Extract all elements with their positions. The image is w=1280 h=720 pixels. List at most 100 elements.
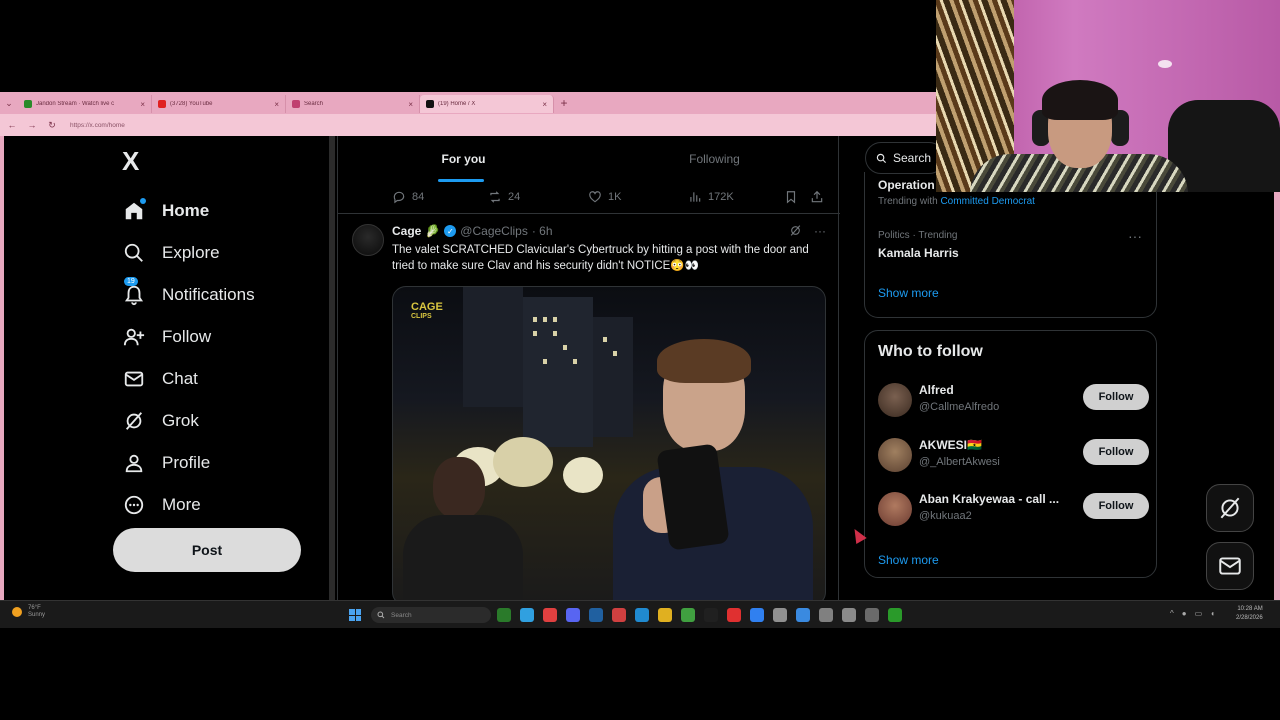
show-more-link[interactable]: Show more [878, 286, 939, 300]
author-name[interactable]: Cage [392, 224, 421, 238]
avatar[interactable] [352, 224, 384, 256]
suggestion-name[interactable]: AKWESI🇬🇭 [919, 438, 982, 452]
taskbar-app-icon[interactable] [704, 608, 718, 622]
taskbar-app-icon[interactable] [773, 608, 787, 622]
sun-icon [12, 607, 22, 617]
network-icon[interactable]: ▭ [1195, 609, 1203, 618]
weather-widget[interactable]: 76°F Sunny [12, 605, 45, 619]
browser-tab-active[interactable]: (19) Home / X × [420, 95, 554, 113]
taskbar-app-icon[interactable] [819, 608, 833, 622]
sidebar-item-grok[interactable]: Grok [122, 400, 255, 442]
more-options-icon[interactable]: ··· [814, 224, 826, 240]
reload-icon[interactable]: ↻ [46, 120, 58, 131]
notification-badge: 19 [124, 277, 138, 286]
close-tab-icon[interactable]: × [542, 100, 547, 109]
show-more-link[interactable]: Show more [878, 553, 939, 567]
tab-following[interactable]: Following [589, 136, 840, 182]
tray-chevron-icon[interactable]: ^ [1170, 609, 1174, 618]
grok-icon[interactable] [789, 224, 802, 240]
sidebar-item-follow[interactable]: Follow [122, 316, 255, 358]
tweet-video[interactable]: CAGE CLIPS [392, 286, 826, 600]
taskbar-app-icon[interactable] [888, 608, 902, 622]
sidebar-item-profile[interactable]: Profile [122, 442, 255, 484]
sidebar-item-label: Grok [162, 411, 199, 430]
tweet[interactable]: Cage 🥬 ✓ @CageClips · 6h ··· The valet S… [338, 214, 840, 600]
sidebar-item-more[interactable]: More [122, 484, 255, 526]
mic-icon[interactable]: ● [1182, 609, 1187, 618]
taskbar-app-icon[interactable] [589, 608, 603, 622]
avatar[interactable] [878, 438, 912, 472]
person-head [433, 457, 485, 519]
like-button[interactable]: 1K [588, 190, 621, 204]
windows-start-icon[interactable] [349, 609, 361, 621]
sidebar-item-explore[interactable]: Explore [122, 232, 255, 274]
sidebar-item-notifications[interactable]: 19 Notifications [122, 274, 255, 316]
building [593, 317, 633, 437]
author-handle[interactable]: @CageClips [460, 224, 528, 238]
post-button[interactable]: Post [113, 528, 301, 572]
new-tab-icon[interactable]: + [554, 96, 574, 110]
trend-title[interactable]: Kamala Harris [878, 246, 959, 260]
sidebar-item-chat[interactable]: Chat [122, 358, 255, 400]
post-time[interactable]: · 6h [532, 224, 553, 238]
follow-suggestion[interactable]: Alfred @CallmeAlfredo Follow [878, 379, 1149, 419]
messages-floating-button[interactable] [1206, 542, 1254, 590]
more-options-icon[interactable]: ··· [1128, 228, 1142, 244]
tab-for-you[interactable]: For you [338, 136, 589, 182]
search-input[interactable]: Search [865, 142, 945, 174]
x-logo-icon[interactable]: X [122, 146, 139, 177]
taskbar-search[interactable]: Search [371, 607, 491, 623]
taskbar-app-icon[interactable] [750, 608, 764, 622]
bookmark-button[interactable] [784, 190, 798, 204]
tab-label: For you [441, 152, 486, 166]
forward-arrow-icon[interactable]: → [26, 120, 38, 130]
follow-button[interactable]: Follow [1083, 493, 1149, 519]
taskbar-app-icon[interactable] [796, 608, 810, 622]
avatar[interactable] [878, 492, 912, 526]
taskbar-app-icon[interactable] [727, 608, 741, 622]
back-arrow-icon[interactable]: ← [6, 120, 18, 130]
tweet-text: The valet SCRATCHED Clavicular's Cybertr… [392, 244, 809, 272]
follow-suggestion[interactable]: AKWESI🇬🇭 @_AlbertAkwesi Follow [878, 434, 1149, 474]
taskbar-app-icon[interactable] [543, 608, 557, 622]
browser-tab[interactable]: (3728) YouTube × [152, 95, 286, 113]
tab-list-chevron-icon[interactable]: ⌄ [0, 92, 18, 114]
url-field[interactable]: https://x.com/home [66, 118, 366, 132]
taskbar-app-icon[interactable] [520, 608, 534, 622]
grok-floating-button[interactable] [1206, 484, 1254, 532]
trend-title[interactable]: Operation [878, 178, 935, 192]
taskbar-app-icon[interactable] [497, 608, 511, 622]
follow-suggestion[interactable]: Aban Krakyewaa - call ... @kukuaa2 Follo… [878, 488, 1149, 528]
taskbar-app-icon[interactable] [865, 608, 879, 622]
avatar[interactable] [878, 383, 912, 417]
volume-icon[interactable]: ◖ [1210, 609, 1215, 618]
close-tab-icon[interactable]: × [274, 100, 279, 109]
taskbar-app-icon[interactable] [681, 608, 695, 622]
browser-tab[interactable]: Search × [286, 95, 420, 113]
follow-button[interactable]: Follow [1083, 439, 1149, 465]
suggestion-name[interactable]: Alfred [919, 383, 954, 397]
repost-button[interactable]: 24 [488, 190, 520, 204]
sidebar-item-home[interactable]: Home [122, 190, 255, 232]
tab-favicon-icon [24, 100, 32, 108]
taskbar-app-icon[interactable] [658, 608, 672, 622]
close-tab-icon[interactable]: × [140, 100, 145, 109]
trend-related-link[interactable]: Committed Democrat [940, 196, 1034, 207]
views-button[interactable]: 172K [688, 190, 734, 204]
taskbar-app-icon[interactable] [635, 608, 649, 622]
sidebar-scrollbar[interactable] [329, 136, 335, 600]
follow-button[interactable]: Follow [1083, 384, 1149, 410]
sidebar-item-label: Follow [162, 327, 212, 346]
reply-button[interactable]: 84 [392, 190, 424, 204]
trends-card: Operation Trending with Committed Democr… [864, 172, 1157, 318]
taskbar-app-icon[interactable] [566, 608, 580, 622]
taskbar-app-icon[interactable] [612, 608, 626, 622]
share-button[interactable] [810, 190, 824, 204]
close-tab-icon[interactable]: × [408, 100, 413, 109]
window [533, 331, 537, 336]
browser-tab[interactable]: Jandon Stream · Watch live c × [18, 95, 152, 113]
window [553, 331, 557, 336]
taskbar-clock[interactable]: 10:28 AM 2/28/2026 [1236, 605, 1263, 623]
taskbar-app-icon[interactable] [842, 608, 856, 622]
suggestion-name[interactable]: Aban Krakyewaa - call ... [919, 492, 1059, 506]
